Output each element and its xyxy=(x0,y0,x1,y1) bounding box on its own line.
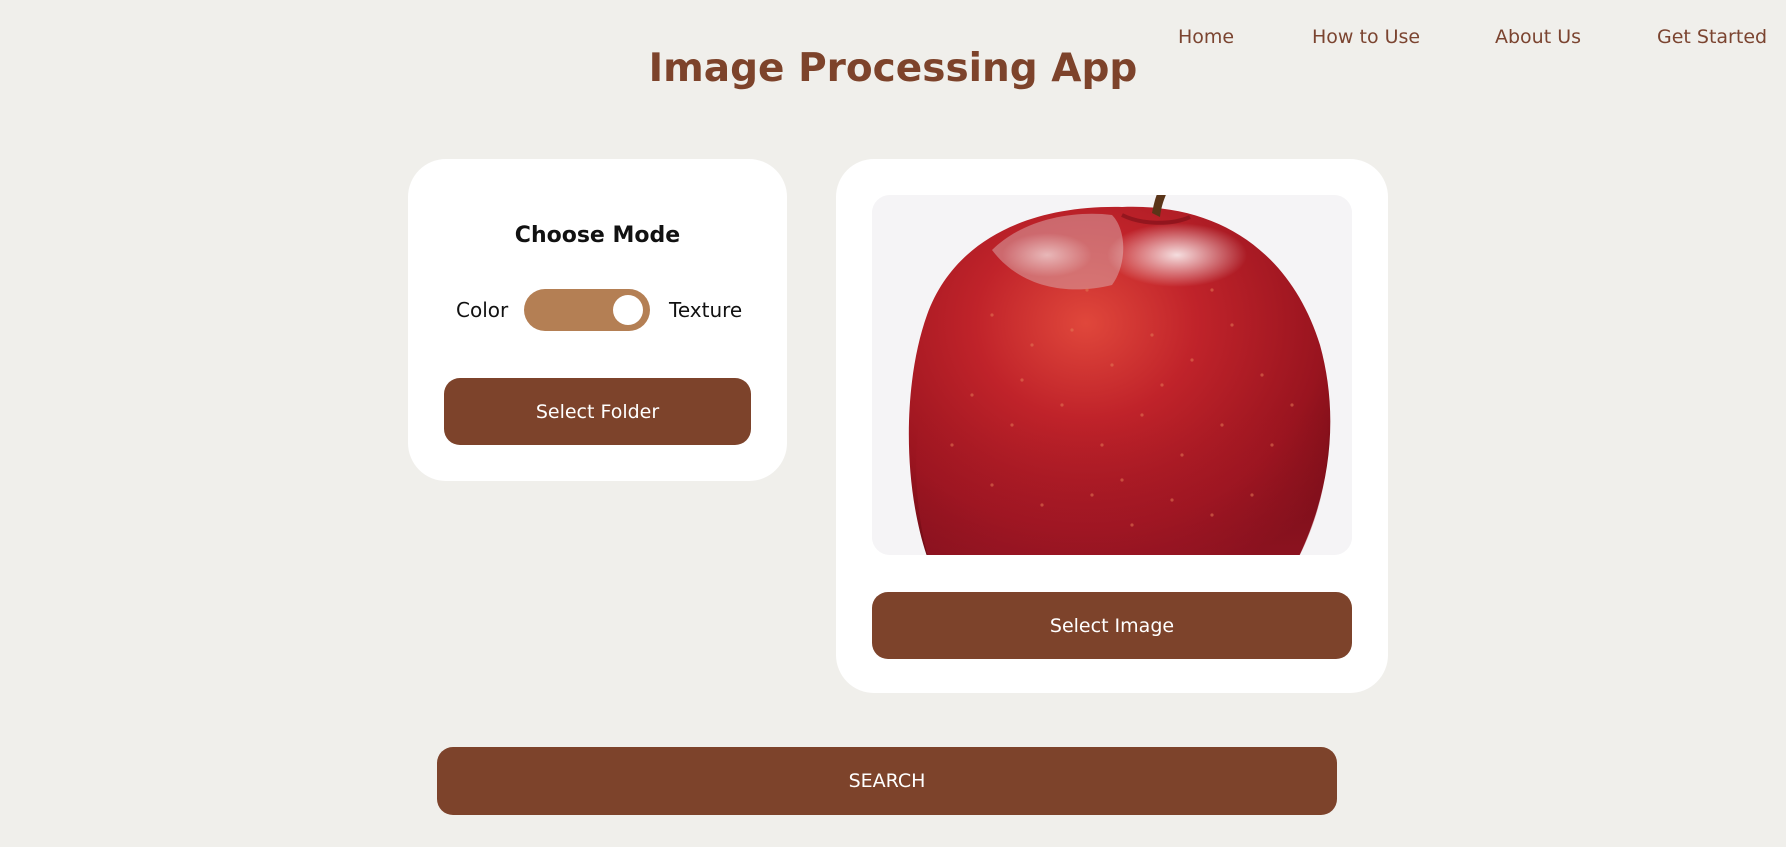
mode-card: Choose Mode Color Texture Select Folder xyxy=(408,159,787,481)
image-card: Select Image xyxy=(836,159,1388,693)
search-button[interactable]: SEARCH xyxy=(437,747,1337,815)
color-mode-label: Color xyxy=(456,298,509,322)
nav-how-to-use-link[interactable]: How to Use xyxy=(1312,26,1420,48)
texture-mode-label: Texture xyxy=(669,298,743,322)
choose-mode-heading: Choose Mode xyxy=(514,223,681,248)
mode-toggle-switch[interactable] xyxy=(524,289,650,331)
nav-home-link[interactable]: Home xyxy=(1178,26,1234,48)
nav-get-started-link[interactable]: Get Started xyxy=(1657,26,1767,48)
page-title: Image Processing App xyxy=(648,46,1138,91)
apple-image xyxy=(872,195,1352,555)
mode-toggle-row: Color Texture xyxy=(408,289,787,331)
select-image-button[interactable]: Select Image xyxy=(872,592,1352,659)
nav-about-us-link[interactable]: About Us xyxy=(1495,26,1581,48)
image-preview xyxy=(872,195,1352,555)
toggle-knob xyxy=(613,295,643,325)
select-folder-button[interactable]: Select Folder xyxy=(444,378,751,445)
